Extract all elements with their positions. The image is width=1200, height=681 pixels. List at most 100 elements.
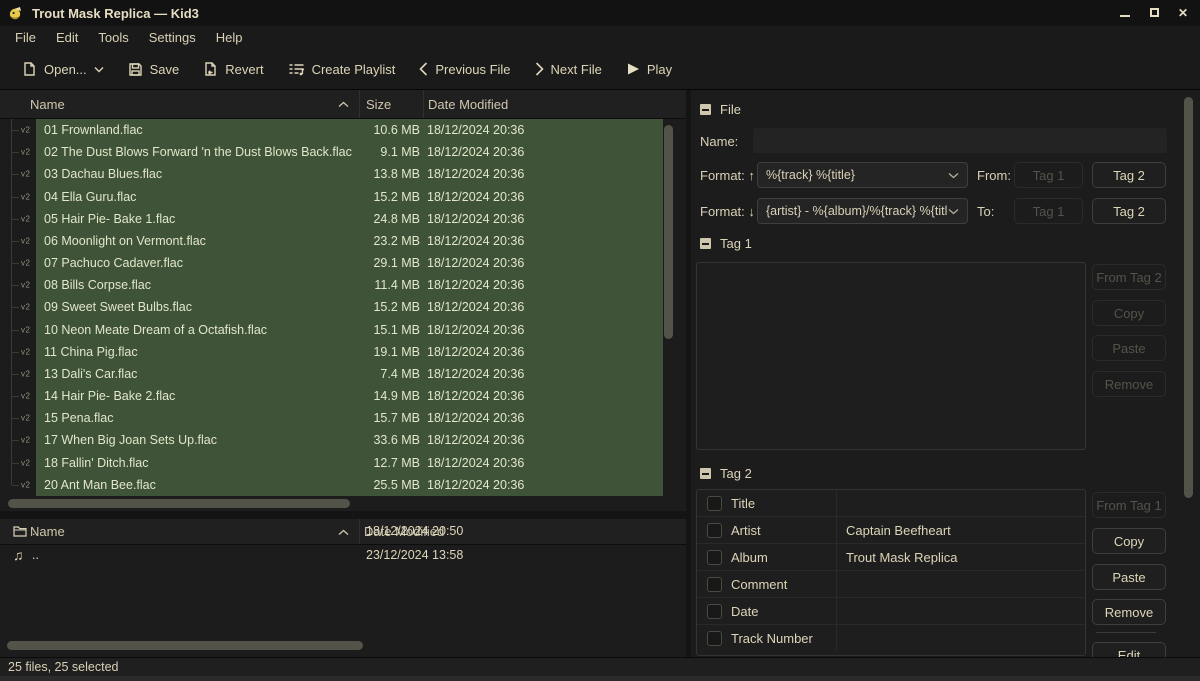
file-row[interactable]: v217 When Big Joan Sets Up.flac33.6 MB18…	[0, 429, 686, 451]
to-tag2-button[interactable]: Tag 2	[1092, 198, 1166, 224]
file-row[interactable]: v208 Bills Corpse.flac11.4 MB18/12/2024 …	[0, 274, 686, 296]
next-file-button[interactable]: Next File	[527, 56, 610, 83]
file-name: 11 China Pig.flac	[36, 345, 360, 359]
file-row-selection: 08 Bills Corpse.flac11.4 MB18/12/2024 20…	[36, 274, 663, 296]
date-checkbox[interactable]	[707, 604, 722, 619]
directory-list-horizontal-scrollbar[interactable]	[0, 640, 686, 652]
file-row[interactable]: v218 Fallin' Ditch.flac12.7 MB18/12/2024…	[0, 452, 686, 474]
file-row[interactable]: v215 Pena.flac15.7 MB18/12/2024 20:36	[0, 407, 686, 429]
copy-button[interactable]: Copy	[1092, 528, 1166, 554]
menu-edit[interactable]: Edit	[46, 27, 88, 48]
play-button[interactable]: Play	[618, 56, 680, 83]
file-size: 24.8 MB	[360, 212, 424, 226]
file-name: 06 Moonlight on Vermont.flac	[36, 234, 360, 248]
copy-button: Copy	[1092, 300, 1166, 326]
menu-help[interactable]: Help	[206, 27, 253, 48]
field-value[interactable]: Captain Beefheart	[837, 523, 1085, 538]
format-to-combobox[interactable]: {artist} - %{album}/%{track} %{title}	[757, 198, 968, 224]
chevron-down-icon	[948, 208, 959, 215]
tag1-section-header[interactable]: Tag 1	[700, 236, 752, 251]
chevron-right-icon	[535, 62, 544, 76]
file-row[interactable]: v202 The Dust Blows Forward 'n the Dust …	[0, 141, 686, 163]
minimize-button[interactable]	[1114, 4, 1136, 21]
file-row[interactable]: v205 Hair Pie- Bake 1.flac24.8 MB18/12/2…	[0, 208, 686, 230]
file-row[interactable]: v210 Neon Meate Dream of a Octafish.flac…	[0, 319, 686, 341]
file-row[interactable]: v211 China Pig.flac19.1 MB18/12/2024 20:…	[0, 341, 686, 363]
from-tag2-button[interactable]: Tag 2	[1092, 162, 1166, 188]
format-from-combobox[interactable]: %{track} %{title}	[757, 162, 968, 188]
paste-button: Paste	[1092, 335, 1166, 361]
paste-button[interactable]: Paste	[1092, 564, 1166, 590]
selection-status: 25 files, 25 selected	[8, 660, 119, 674]
file-row[interactable]: v203 Dachau Blues.flac13.8 MB18/12/2024 …	[0, 163, 686, 185]
file-row[interactable]: v207 Pachuco Cadaver.flac29.1 MB18/12/20…	[0, 252, 686, 274]
file-name: 10 Neon Meate Dream of a Octafish.flac	[36, 323, 360, 337]
title-bar[interactable]: Trout Mask Replica — Kid3 ✕	[0, 0, 1200, 26]
tag2-field-row[interactable]: Title	[697, 490, 1085, 517]
file-row[interactable]: v201 Frownland.flac10.6 MB18/12/2024 20:…	[0, 119, 686, 141]
file-date-modified: 18/12/2024 20:36	[424, 345, 663, 359]
field-label: Date	[722, 604, 836, 619]
album-checkbox[interactable]	[707, 550, 722, 565]
track-number-checkbox[interactable]	[707, 631, 722, 646]
create-playlist-button[interactable]: Create Playlist	[280, 56, 404, 83]
column-header-size[interactable]: Size	[360, 90, 424, 118]
menu-settings[interactable]: Settings	[139, 27, 206, 48]
tree-branch: v2	[0, 429, 36, 451]
file-row[interactable]: v204 Ella Guru.flac15.2 MB18/12/2024 20:…	[0, 186, 686, 208]
file-list-horizontal-scrollbar[interactable]	[0, 498, 686, 510]
save-button[interactable]: Save	[120, 56, 188, 83]
column-header-date-modified[interactable]: Date Modified	[424, 90, 686, 118]
app-icon	[8, 6, 23, 21]
remove-button[interactable]: Remove	[1092, 599, 1166, 625]
file-size: 15.7 MB	[360, 411, 424, 425]
column-header-name[interactable]: Name	[0, 90, 360, 118]
field-label: Album	[722, 550, 836, 565]
revert-button[interactable]: Revert	[195, 55, 271, 83]
file-section-header[interactable]: File	[700, 102, 741, 117]
menu-file[interactable]: File	[5, 27, 46, 48]
field-value[interactable]: Trout Mask Replica	[837, 550, 1085, 565]
tag2-field-row[interactable]: Track Number	[697, 625, 1085, 652]
directory-row[interactable]: .18/12/2024 20:50	[0, 519, 686, 543]
open-button[interactable]: Open...	[14, 55, 112, 83]
file-row-selection: 06 Moonlight on Vermont.flac23.2 MB18/12…	[36, 230, 663, 252]
menu-tools[interactable]: Tools	[88, 27, 138, 48]
panel-vertical-scrollbar[interactable]	[1182, 90, 1196, 657]
directory-row[interactable]: ♫..23/12/2024 13:58	[0, 543, 686, 567]
previous-file-button[interactable]: Previous File	[411, 56, 518, 83]
horizontal-splitter[interactable]	[0, 511, 686, 519]
chevron-down-icon[interactable]	[94, 66, 104, 73]
file-row-selection: 15 Pena.flac15.7 MB18/12/2024 20:36	[36, 407, 663, 429]
filename-input[interactable]	[753, 128, 1167, 153]
edit-button[interactable]: Edit	[1092, 642, 1166, 657]
artist-checkbox[interactable]	[707, 523, 722, 538]
tag2-field-row[interactable]: Comment	[697, 571, 1085, 598]
file-row[interactable]: v214 Hair Pie- Bake 2.flac14.9 MB18/12/2…	[0, 385, 686, 407]
id3v2-badge: v2	[21, 192, 30, 201]
collapse-icon[interactable]	[700, 104, 711, 115]
comment-checkbox[interactable]	[707, 577, 722, 592]
id3v2-badge: v2	[21, 369, 30, 378]
file-name: 18 Fallin' Ditch.flac	[36, 456, 360, 470]
file-row[interactable]: v206 Moonlight on Vermont.flac23.2 MB18/…	[0, 230, 686, 252]
folder-icon	[13, 525, 32, 537]
file-name: 13 Dali's Car.flac	[36, 367, 360, 381]
tag2-field-row[interactable]: AlbumTrout Mask Replica	[697, 544, 1085, 571]
id3v2-badge: v2	[21, 480, 30, 489]
file-row[interactable]: v213 Dali's Car.flac7.4 MB18/12/2024 20:…	[0, 363, 686, 385]
tag2-section-header[interactable]: Tag 2	[700, 466, 752, 481]
collapse-icon[interactable]	[700, 238, 711, 249]
file-name: 04 Ella Guru.flac	[36, 190, 360, 204]
tag2-field-row[interactable]: ArtistCaptain Beefheart	[697, 517, 1085, 544]
file-row[interactable]: v220 Ant Man Bee.flac25.5 MB18/12/2024 2…	[0, 474, 686, 496]
close-button[interactable]: ✕	[1172, 4, 1194, 21]
maximize-button[interactable]	[1143, 4, 1165, 21]
file-date-modified: 18/12/2024 20:36	[424, 145, 663, 159]
file-row[interactable]: v209 Sweet Sweet Bulbs.flac15.2 MB18/12/…	[0, 296, 686, 318]
collapse-icon[interactable]	[700, 468, 711, 479]
file-row-selection: 09 Sweet Sweet Bulbs.flac15.2 MB18/12/20…	[36, 296, 663, 318]
file-size: 33.6 MB	[360, 433, 424, 447]
tag2-field-row[interactable]: Date	[697, 598, 1085, 625]
title-checkbox[interactable]	[707, 496, 722, 511]
